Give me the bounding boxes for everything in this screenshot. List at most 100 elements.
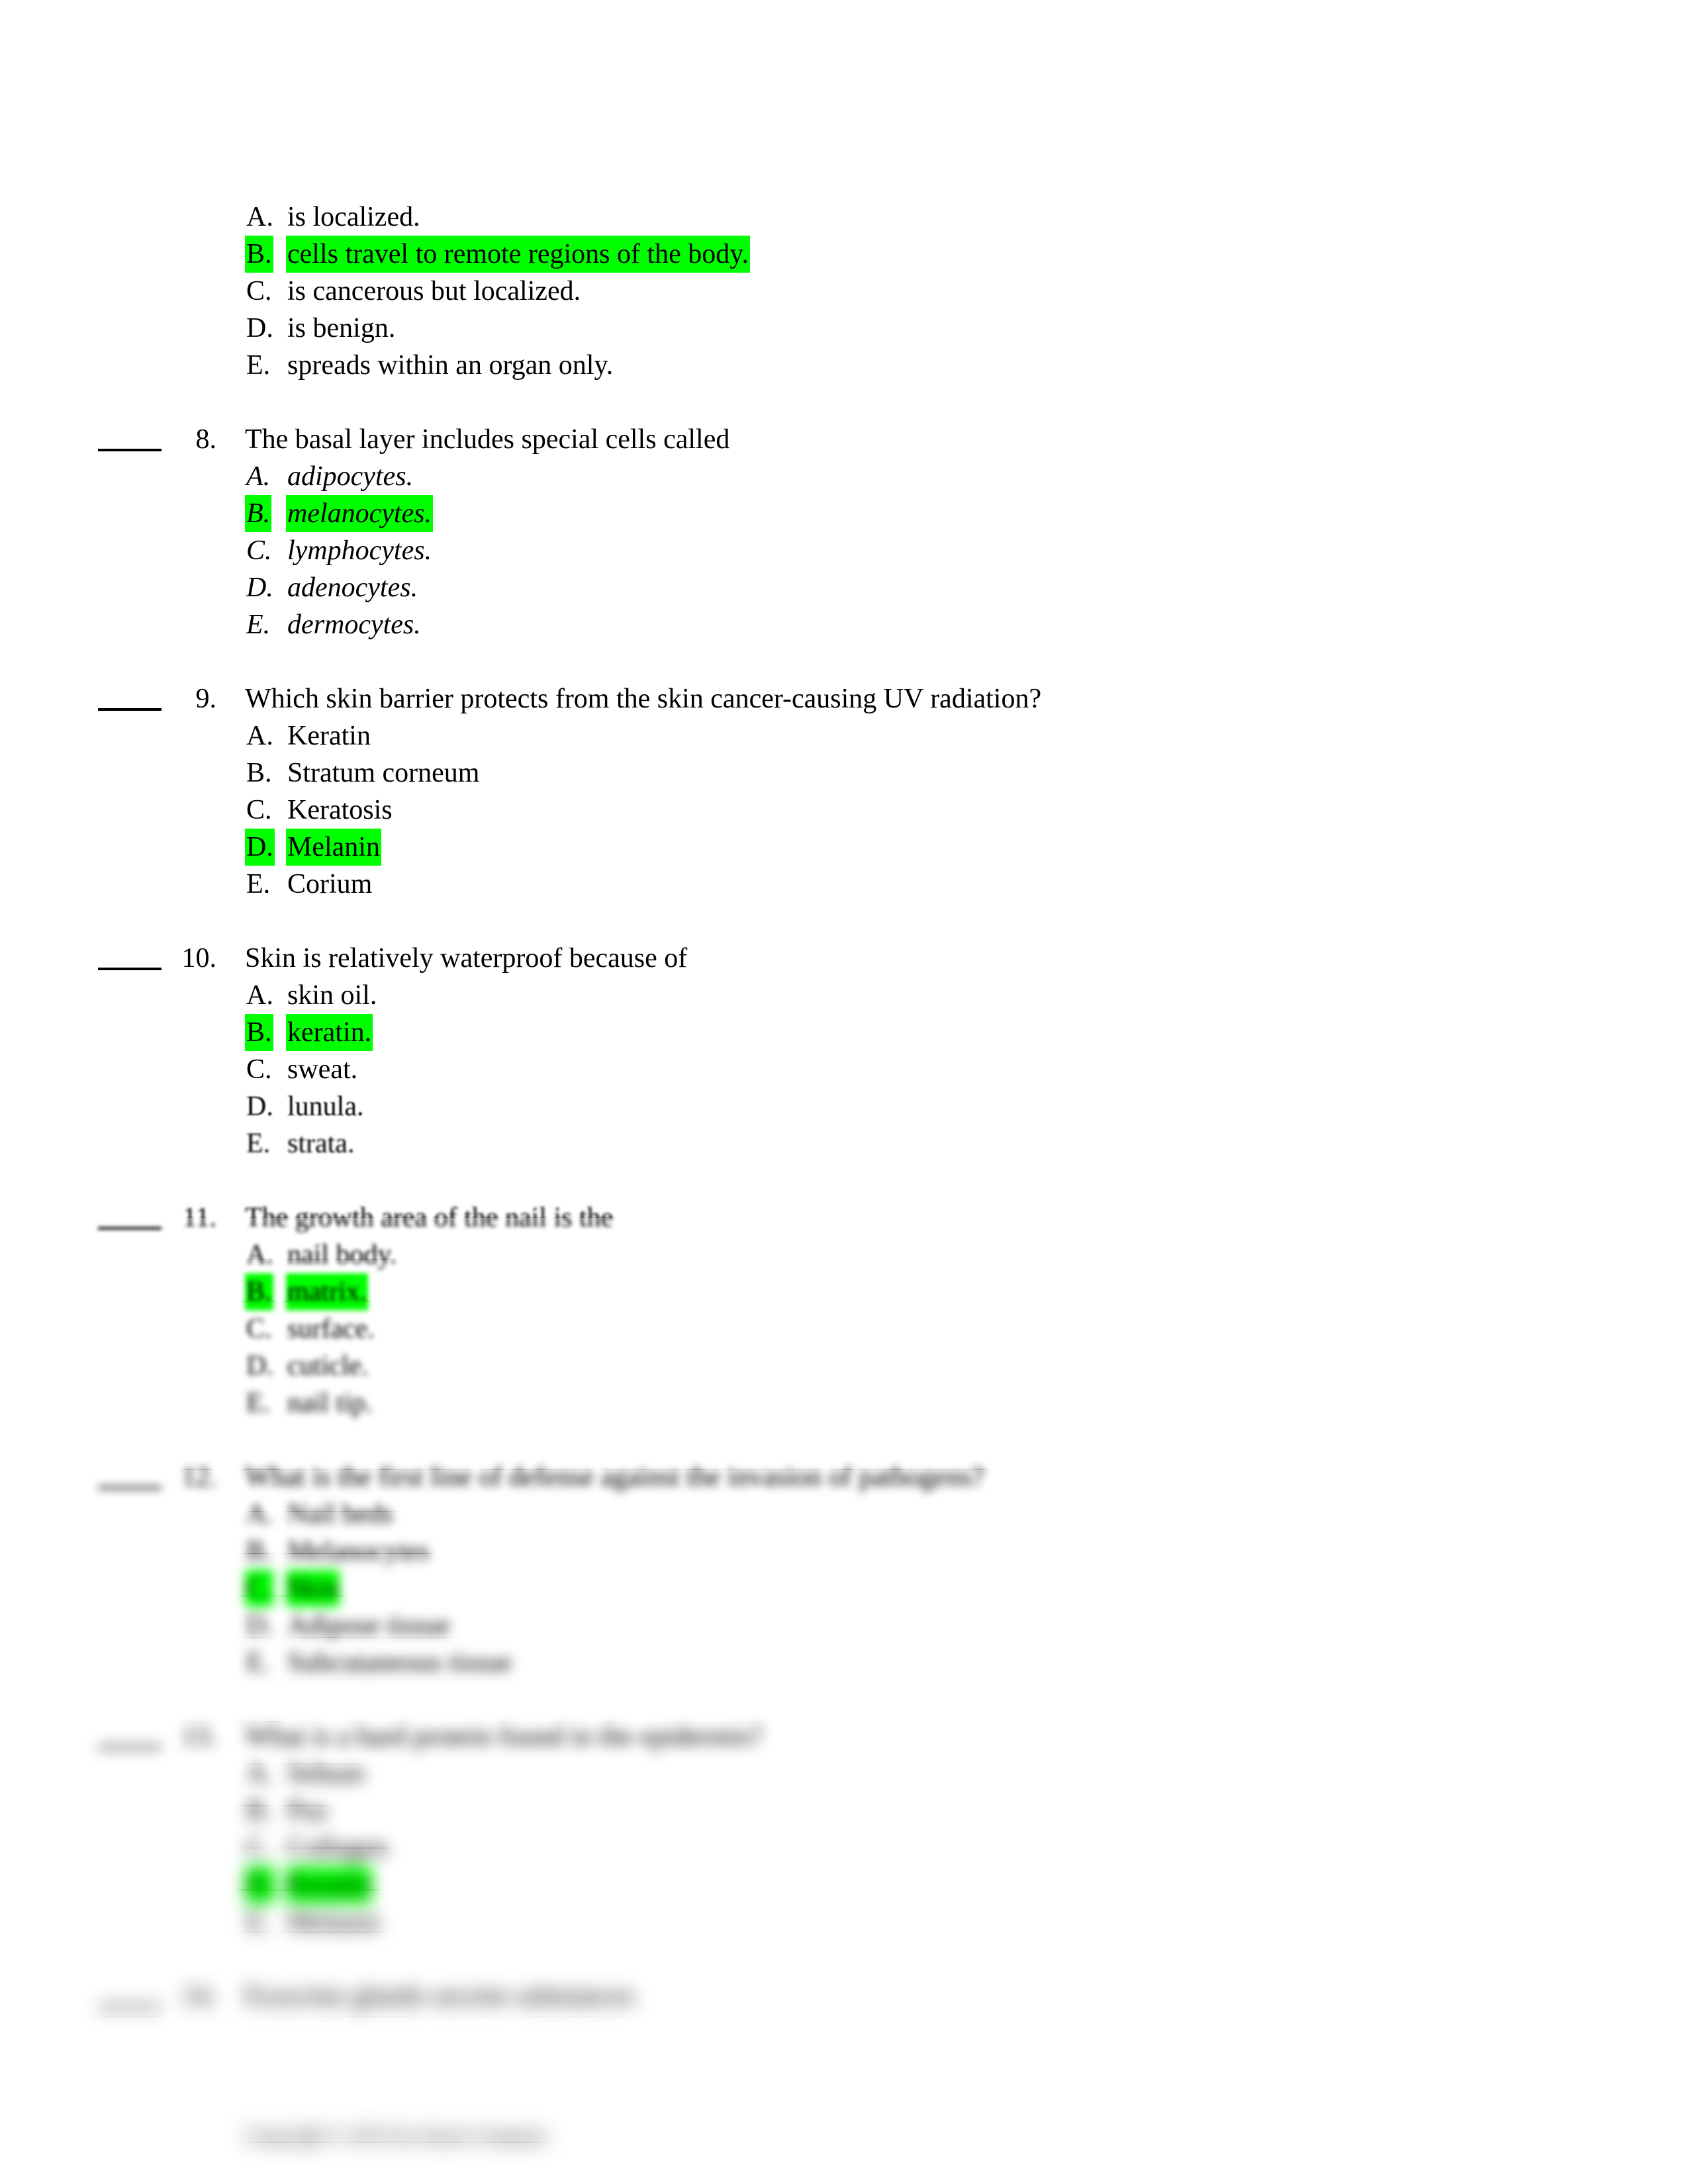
option-row[interactable]: A. Sebum xyxy=(0,1755,1688,1792)
question-block: 11. The growth area of the nail is the A. n… xyxy=(0,1199,1688,1422)
option-text-highlighted: melanocytes. xyxy=(286,495,434,532)
option-text: Stratum corneum xyxy=(287,758,480,788)
option-letter: A. xyxy=(246,202,273,232)
question-line: 13. What is a hard protein found in the e… xyxy=(0,1718,1688,1755)
option-row[interactable]: A. Keratin xyxy=(0,717,1688,754)
option-row[interactable]: D. cuticle. xyxy=(0,1347,1688,1385)
option-row[interactable]: A. is localized. xyxy=(0,199,1688,236)
option-text: Keratosis xyxy=(287,795,393,825)
question-number: 8. xyxy=(195,424,217,455)
option-letter: D. xyxy=(245,829,275,866)
option-letter: A. xyxy=(246,1240,273,1270)
option-text-highlighted: matrix. xyxy=(286,1273,369,1310)
option-row[interactable]: D. is benign. xyxy=(0,310,1688,347)
option-letter: A. xyxy=(246,461,271,492)
option-letter: C. xyxy=(246,1314,272,1344)
option-row[interactable]: B. melanocytes. xyxy=(0,495,1688,532)
option-text: dermocytes. xyxy=(287,610,421,640)
option-text: Melanocytes xyxy=(287,1536,430,1567)
answer-blank[interactable] xyxy=(98,449,162,451)
option-row[interactable]: D. Keratin xyxy=(0,1866,1688,1903)
option-row[interactable]: D. adenocytes. xyxy=(0,569,1688,606)
option-letter: A. xyxy=(246,1499,273,1529)
option-text: skin oil. xyxy=(287,980,377,1011)
question-line: 14. Exocrine glands secrete substances xyxy=(0,1978,1688,2015)
option-row[interactable]: C. Collagen xyxy=(0,1829,1688,1866)
option-row[interactable]: B. Stratum corneum xyxy=(0,754,1688,792)
answer-blank[interactable] xyxy=(98,1227,162,1230)
option-letter: D. xyxy=(246,1091,273,1122)
question-block: 12. What is the first line of defense aga… xyxy=(0,1459,1688,1681)
option-letter: C. xyxy=(246,1054,272,1085)
answer-blank[interactable] xyxy=(98,1746,162,1749)
option-row[interactable]: C. sweat. xyxy=(0,1051,1688,1088)
option-row[interactable]: D. Melanin xyxy=(0,829,1688,866)
question-text: The growth area of the nail is the xyxy=(245,1203,614,1233)
answer-blank[interactable] xyxy=(98,1486,162,1489)
question-line: 12. What is the first line of defense aga… xyxy=(0,1459,1688,1496)
question-text: Which skin barrier protects from the ski… xyxy=(245,684,1042,714)
option-row[interactable]: C. lymphocytes. xyxy=(0,532,1688,569)
option-text: nail tip. xyxy=(287,1388,373,1418)
option-text: adipocytes. xyxy=(287,461,414,492)
option-row[interactable]: C. Keratosis xyxy=(0,792,1688,829)
option-row[interactable]: E. Subcutaneous tissue xyxy=(0,1644,1688,1681)
option-text: Corium xyxy=(287,869,373,899)
question-text: Skin is relatively waterproof because of xyxy=(245,943,688,974)
question-text: What is a hard protein found in the epid… xyxy=(245,1721,763,1752)
option-text-highlighted: Skin xyxy=(286,1570,340,1607)
option-letter: C. xyxy=(246,276,272,306)
option-text: is cancerous but localized. xyxy=(287,276,581,306)
question-number: 12. xyxy=(181,1462,217,1492)
option-letter: C. xyxy=(246,795,272,825)
option-row[interactable]: A. adipocytes. xyxy=(0,458,1688,495)
option-text-highlighted: cells travel to remote regions of the bo… xyxy=(286,236,751,273)
option-row[interactable]: E. nail tip. xyxy=(0,1385,1688,1422)
option-text: strata. xyxy=(287,1128,355,1159)
question-text: Exocrine glands secrete substances xyxy=(245,1981,635,2011)
option-row[interactable]: C. surface. xyxy=(0,1310,1688,1347)
option-row[interactable]: E. spreads within an organ only. xyxy=(0,347,1688,384)
option-text: Collagen xyxy=(287,1833,388,1863)
option-letter: C. xyxy=(245,1570,273,1607)
question-block: 14. Exocrine glands secrete substances xyxy=(0,1978,1688,2015)
option-row[interactable]: B. Pus xyxy=(0,1792,1688,1829)
option-letter: E. xyxy=(246,869,271,899)
option-text-highlighted: Keratin xyxy=(286,1866,372,1903)
option-text: sweat. xyxy=(287,1054,358,1085)
option-row[interactable]: C. is cancerous but localized. xyxy=(0,273,1688,310)
document-page: A. is localized. B. cells travel to remote … xyxy=(0,0,1688,2184)
option-row[interactable]: A. skin oil. xyxy=(0,977,1688,1014)
option-letter: B. xyxy=(245,236,273,273)
option-letter: D. xyxy=(246,572,273,603)
question-line: 10. Skin is relatively waterproof because… xyxy=(0,940,1688,977)
option-row[interactable]: D. Adipose tissue xyxy=(0,1607,1688,1644)
option-text: lunula. xyxy=(287,1091,364,1122)
option-row[interactable]: A. Nail beds xyxy=(0,1496,1688,1533)
answer-blank[interactable] xyxy=(98,2005,162,2008)
option-text: Pus xyxy=(287,1796,328,1826)
option-row[interactable]: B. cells travel to remote regions of the … xyxy=(0,236,1688,273)
answer-blank[interactable] xyxy=(98,708,162,711)
option-text: Sebum xyxy=(287,1758,365,1789)
option-row[interactable]: B. keratin. xyxy=(0,1014,1688,1051)
option-row[interactable]: E. Corium xyxy=(0,866,1688,903)
answer-blank[interactable] xyxy=(98,968,162,970)
question-number: 14. xyxy=(181,1981,217,2011)
option-text: Keratin xyxy=(287,721,371,751)
option-row[interactable]: E. Melanin xyxy=(0,1903,1688,1940)
option-row[interactable]: C. Skin xyxy=(0,1570,1688,1607)
question-block: 9. Which skin barrier protects from the s… xyxy=(0,680,1688,903)
option-row[interactable]: B. Melanocytes xyxy=(0,1533,1688,1570)
option-row[interactable]: D. lunula. xyxy=(0,1088,1688,1125)
option-row[interactable]: E. strata. xyxy=(0,1125,1688,1162)
option-text: Adipose tissue xyxy=(287,1610,451,1641)
question-line: 9. Which skin barrier protects from the s… xyxy=(0,680,1688,717)
option-letter: A. xyxy=(246,1758,273,1789)
question-line: 11. The growth area of the nail is the xyxy=(0,1199,1688,1236)
option-row[interactable]: E. dermocytes. xyxy=(0,606,1688,643)
option-row[interactable]: A. nail body. xyxy=(0,1236,1688,1273)
question-number: 13. xyxy=(181,1721,217,1752)
option-row[interactable]: B. matrix. xyxy=(0,1273,1688,1310)
option-text: Nail beds xyxy=(287,1499,393,1529)
